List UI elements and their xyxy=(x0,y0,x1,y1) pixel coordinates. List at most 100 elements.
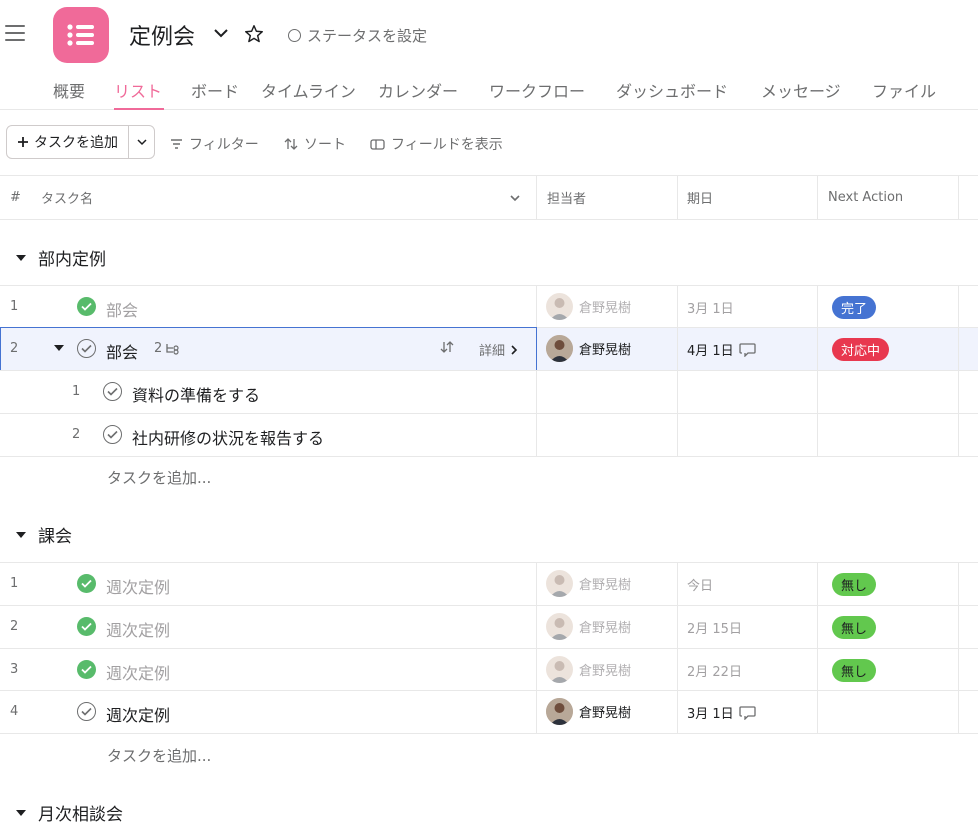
task-name[interactable]: 週次定例 xyxy=(106,702,170,726)
add-task-link[interactable]: タスクを追加... xyxy=(107,745,211,766)
due-date[interactable]: 3月 1日 xyxy=(687,703,756,722)
tab-overview[interactable]: 概要 xyxy=(53,78,85,102)
project-title[interactable]: 定例会 xyxy=(129,19,195,51)
status-badge[interactable]: 無し xyxy=(832,573,877,596)
sort-icon xyxy=(284,138,298,150)
chevron-down-icon[interactable] xyxy=(210,22,232,44)
tab-list[interactable]: リスト xyxy=(114,78,162,102)
subtask-row[interactable]: 2 社内研修の状況を報告する xyxy=(0,413,978,457)
completed-check-icon[interactable] xyxy=(77,660,96,679)
tab-timeline[interactable]: タイムライン xyxy=(261,78,356,102)
column-divider xyxy=(817,606,818,649)
tab-workflow[interactable]: ワークフロー xyxy=(489,78,585,102)
section-header[interactable]: 月次相談会 xyxy=(16,800,123,825)
avatar xyxy=(546,335,573,362)
assignee-cell[interactable]: 倉野晃樹 xyxy=(546,335,631,362)
status-circle-icon xyxy=(288,29,301,42)
filter-button[interactable]: フィルター xyxy=(170,134,259,154)
column-divider xyxy=(958,691,959,734)
column-divider xyxy=(677,691,678,734)
assignee-name: 倉野晃樹 xyxy=(579,301,632,316)
star-icon[interactable] xyxy=(243,23,265,45)
collapse-triangle-icon[interactable] xyxy=(16,809,26,816)
task-name[interactable]: 週次定例 xyxy=(106,660,170,684)
task-row[interactable]: 3 週次定例 倉野晃樹 2月 22日 無し xyxy=(0,648,978,692)
column-due-date[interactable]: 期日 xyxy=(687,176,713,219)
column-divider xyxy=(677,563,678,606)
set-status-button[interactable]: ステータスを設定 xyxy=(288,25,427,46)
add-task-link[interactable]: タスクを追加... xyxy=(107,467,211,488)
column-divider xyxy=(817,649,818,692)
sort-button[interactable]: ソート xyxy=(284,134,346,154)
task-name[interactable]: 部会 xyxy=(106,297,138,321)
assignee-cell[interactable]: 倉野晃樹 xyxy=(546,293,631,320)
tab-dashboard[interactable]: ダッシュボード xyxy=(616,78,728,102)
due-date-value: 4月 1日 xyxy=(687,344,734,359)
subtask-row[interactable]: 1 資料の準備をする xyxy=(0,370,978,414)
hamburger-menu-icon[interactable] xyxy=(5,25,25,45)
column-divider xyxy=(817,371,818,414)
column-divider xyxy=(817,286,818,329)
completed-check-icon[interactable] xyxy=(77,297,96,316)
incomplete-check-icon[interactable] xyxy=(103,382,122,401)
column-divider xyxy=(677,371,678,414)
incomplete-check-icon[interactable] xyxy=(103,425,122,444)
section-header[interactable]: 課会 xyxy=(16,522,72,547)
sort-label: ソート xyxy=(304,137,346,153)
column-divider xyxy=(677,606,678,649)
column-divider xyxy=(536,691,537,734)
task-row[interactable]: 1 週次定例 倉野晃樹 今日 無し xyxy=(0,562,978,606)
collapse-triangle-icon[interactable] xyxy=(16,254,26,261)
assignee-cell[interactable]: 倉野晃樹 xyxy=(546,656,631,683)
column-divider xyxy=(536,286,537,329)
filter-icon xyxy=(171,139,182,149)
collapse-triangle-icon[interactable] xyxy=(16,531,26,538)
due-date-value: 3月 1日 xyxy=(687,707,734,722)
task-name[interactable]: 資料の準備をする xyxy=(132,382,260,406)
completed-check-icon[interactable] xyxy=(77,617,96,636)
status-label: ステータスを設定 xyxy=(307,27,428,45)
due-date[interactable]: 今日 xyxy=(687,575,713,594)
fields-icon xyxy=(370,138,385,150)
column-task-name[interactable]: タスク名 xyxy=(41,176,93,219)
task-name[interactable]: 週次定例 xyxy=(106,574,170,598)
tab-files[interactable]: ファイル xyxy=(872,78,936,102)
column-next-action[interactable]: Next Action xyxy=(828,176,903,219)
status-badge[interactable]: 無し xyxy=(832,659,877,682)
status-badge[interactable]: 無し xyxy=(832,616,877,639)
due-date[interactable]: 3月 1日 xyxy=(687,298,734,317)
column-divider xyxy=(958,371,959,414)
due-date[interactable]: 4月 1日 xyxy=(687,340,756,359)
tab-calendar[interactable]: カレンダー xyxy=(378,78,458,102)
tab-board[interactable]: ボード xyxy=(191,78,239,102)
due-date[interactable]: 2月 22日 xyxy=(687,661,742,680)
add-task-dropdown[interactable] xyxy=(129,126,154,158)
completed-check-icon[interactable] xyxy=(77,574,96,593)
task-row[interactable]: 2 週次定例 倉野晃樹 2月 15日 無し xyxy=(0,605,978,649)
tab-messages[interactable]: メッセージ xyxy=(761,78,841,102)
assignee-cell[interactable]: 倉野晃樹 xyxy=(546,698,631,725)
avatar xyxy=(546,570,573,597)
show-fields-button[interactable]: フィールドを表示 xyxy=(370,134,503,154)
status-badge[interactable]: 完了 xyxy=(832,296,877,319)
column-divider xyxy=(536,175,537,220)
assignee-name: 倉野晃樹 xyxy=(579,706,632,721)
column-divider xyxy=(536,563,537,606)
column-divider xyxy=(677,414,678,457)
task-row[interactable]: 4 週次定例 倉野晃樹 3月 1日 xyxy=(0,690,978,734)
assignee-cell[interactable]: 倉野晃樹 xyxy=(546,570,631,597)
task-row[interactable]: 1 部会 倉野晃樹 3月 1日 完了 xyxy=(0,285,978,329)
add-task-button[interactable]: タスクを追加 xyxy=(7,126,129,158)
status-badge[interactable]: 対応中 xyxy=(832,338,890,361)
due-date[interactable]: 2月 15日 xyxy=(687,618,742,637)
section-header[interactable]: 部内定例 xyxy=(16,245,106,270)
avatar xyxy=(546,293,573,320)
task-name[interactable]: 社内研修の状況を報告する xyxy=(132,425,324,449)
assignee-cell[interactable]: 倉野晃樹 xyxy=(546,613,631,640)
column-divider xyxy=(817,691,818,734)
column-divider xyxy=(958,414,959,457)
incomplete-check-icon[interactable] xyxy=(77,702,96,721)
chevron-down-icon[interactable] xyxy=(508,176,522,219)
task-name[interactable]: 週次定例 xyxy=(106,617,170,641)
column-assignee[interactable]: 担当者 xyxy=(547,176,586,219)
